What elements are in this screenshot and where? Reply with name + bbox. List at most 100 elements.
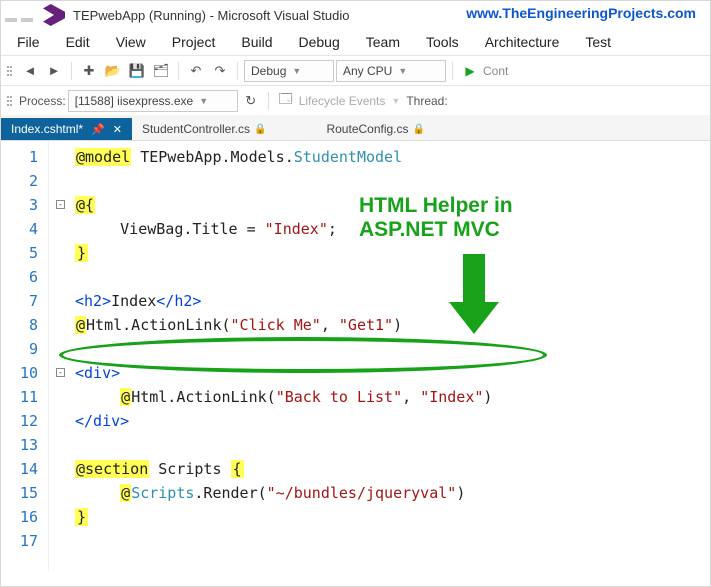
tab-routeconfig[interactable]: RouteConfig.cs 🔒 <box>316 118 435 140</box>
menu-edit[interactable]: Edit <box>54 31 102 53</box>
menu-project[interactable]: Project <box>160 31 228 53</box>
code-line[interactable]: } <box>75 505 710 529</box>
save-button[interactable]: 💾 <box>126 60 148 82</box>
tab-index-cshtml[interactable]: Index.cshtml* 📌 ✕ <box>1 118 132 140</box>
lifecycle-label: Lifecycle Events <box>299 94 386 108</box>
line-number: 10 <box>1 361 38 385</box>
window-title: TEPwebApp (Running) - Microsoft Visual S… <box>73 8 350 23</box>
line-number: 4 <box>1 217 38 241</box>
code-line[interactable]: <h2>Index</h2> <box>75 289 710 313</box>
code-line[interactable] <box>75 529 710 553</box>
save-all-button[interactable]: 🗂 <box>150 60 172 82</box>
tab-spacer <box>276 132 316 140</box>
menu-team[interactable]: Team <box>354 31 412 53</box>
window-controls <box>5 8 33 22</box>
outline-toggle[interactable]: - <box>56 368 65 377</box>
debug-toolbar: Process: [11588] iisexpress.exe ▼ ↻ 🗔 Li… <box>1 85 710 115</box>
annotation-line2: ASP.NET MVC <box>359 218 500 241</box>
menu-view[interactable]: View <box>104 31 158 53</box>
line-number-gutter: 1234567891011121314151617 <box>1 141 49 571</box>
config-value: Debug <box>251 64 286 78</box>
separator <box>268 92 269 110</box>
platform-combo[interactable]: Any CPU ▼ <box>336 60 446 82</box>
new-file-button[interactable]: ✚ <box>78 60 100 82</box>
line-number: 17 <box>1 529 38 553</box>
code-editor[interactable]: 1234567891011121314151617 -- @model TEPw… <box>1 141 710 571</box>
lock-icon: 🔒 <box>254 124 266 135</box>
code-line[interactable]: <div> <box>75 361 710 385</box>
process-label: Process: <box>19 94 66 108</box>
code-line[interactable]: @Scripts.Render("~/bundles/jqueryval") <box>75 481 710 505</box>
redo-button[interactable]: ↷ <box>209 60 231 82</box>
undo-button[interactable]: ↶ <box>185 60 207 82</box>
tab-studentcontroller[interactable]: StudentController.cs 🔒 <box>132 118 277 140</box>
code-line[interactable]: @Html.ActionLink("Click Me", "Get1") <box>75 313 710 337</box>
line-number: 3 <box>1 193 38 217</box>
close-icon[interactable]: ✕ <box>113 123 122 136</box>
lifecycle-icon[interactable]: 🗔 <box>275 90 297 112</box>
menu-bar: File Edit View Project Build Debug Team … <box>1 29 710 55</box>
line-number: 2 <box>1 169 38 193</box>
toolbar-grip-icon[interactable] <box>7 96 15 106</box>
line-number: 8 <box>1 313 38 337</box>
code-line[interactable]: } <box>75 241 710 265</box>
menu-debug[interactable]: Debug <box>287 31 352 53</box>
process-combo[interactable]: [11588] iisexpress.exe ▼ <box>68 90 238 112</box>
nav-forward-button[interactable]: ► <box>43 60 65 82</box>
tab-label: RouteConfig.cs <box>326 122 408 136</box>
vs-logo-icon <box>41 2 67 28</box>
line-number: 5 <box>1 241 38 265</box>
pin-icon[interactable]: 📌 <box>91 123 105 136</box>
process-value: [11588] iisexpress.exe <box>75 94 194 108</box>
separator <box>178 62 179 80</box>
separator <box>237 62 238 80</box>
code-line[interactable]: @model TEPwebApp.Models.StudentModel <box>75 145 710 169</box>
lock-icon: 🔒 <box>413 124 425 135</box>
code-line[interactable]: </div> <box>75 409 710 433</box>
line-number: 11 <box>1 385 38 409</box>
line-number: 13 <box>1 433 38 457</box>
menu-file[interactable]: File <box>5 31 52 53</box>
standard-toolbar: ◄ ► ✚ 📂 💾 🗂 ↶ ↷ Debug ▼ Any CPU ▼ ▶ Cont <box>1 55 710 85</box>
chevron-down-icon: ▼ <box>292 66 301 76</box>
outline-column: -- <box>56 141 66 571</box>
menu-tools[interactable]: Tools <box>414 31 471 53</box>
nav-back-button[interactable]: ◄ <box>19 60 41 82</box>
tab-label: Index.cshtml* <box>11 122 83 136</box>
menu-architecture[interactable]: Architecture <box>473 31 572 53</box>
watermark-link[interactable]: www.TheEngineeringProjects.com <box>466 5 696 21</box>
code-line[interactable] <box>75 169 710 193</box>
line-number: 6 <box>1 265 38 289</box>
code-line[interactable] <box>75 337 710 361</box>
tab-label: StudentController.cs <box>142 122 250 136</box>
line-number: 16 <box>1 505 38 529</box>
line-number: 7 <box>1 289 38 313</box>
outline-toggle[interactable]: - <box>56 200 65 209</box>
line-number: 14 <box>1 457 38 481</box>
menu-test[interactable]: Test <box>573 31 623 53</box>
annotation-label: HTML Helper in ASP.NET MVC <box>359 194 513 242</box>
line-number: 15 <box>1 481 38 505</box>
separator <box>71 62 72 80</box>
chevron-down-icon: ▼ <box>398 66 407 76</box>
code-line[interactable] <box>75 433 710 457</box>
document-tabs: Index.cshtml* 📌 ✕ StudentController.cs 🔒… <box>1 115 710 141</box>
line-number: 12 <box>1 409 38 433</box>
annotation-line1: HTML Helper in <box>359 194 513 217</box>
open-button[interactable]: 📂 <box>102 60 124 82</box>
code-line[interactable]: @section Scripts { <box>75 457 710 481</box>
chevron-down-icon: ▼ <box>391 96 400 106</box>
thread-label: Thread: <box>406 94 447 108</box>
separator <box>452 62 453 80</box>
code-line[interactable] <box>75 265 710 289</box>
cycle-button[interactable]: ↻ <box>240 90 262 112</box>
platform-value: Any CPU <box>343 64 392 78</box>
toolbar-grip-icon[interactable] <box>7 66 15 76</box>
continue-label: Cont <box>483 64 508 78</box>
chevron-down-icon: ▼ <box>199 96 208 106</box>
menu-build[interactable]: Build <box>229 31 284 53</box>
config-combo[interactable]: Debug ▼ <box>244 60 334 82</box>
continue-button[interactable]: ▶ <box>459 60 481 82</box>
code-line[interactable]: @Html.ActionLink("Back to List", "Index"… <box>75 385 710 409</box>
line-number: 1 <box>1 145 38 169</box>
